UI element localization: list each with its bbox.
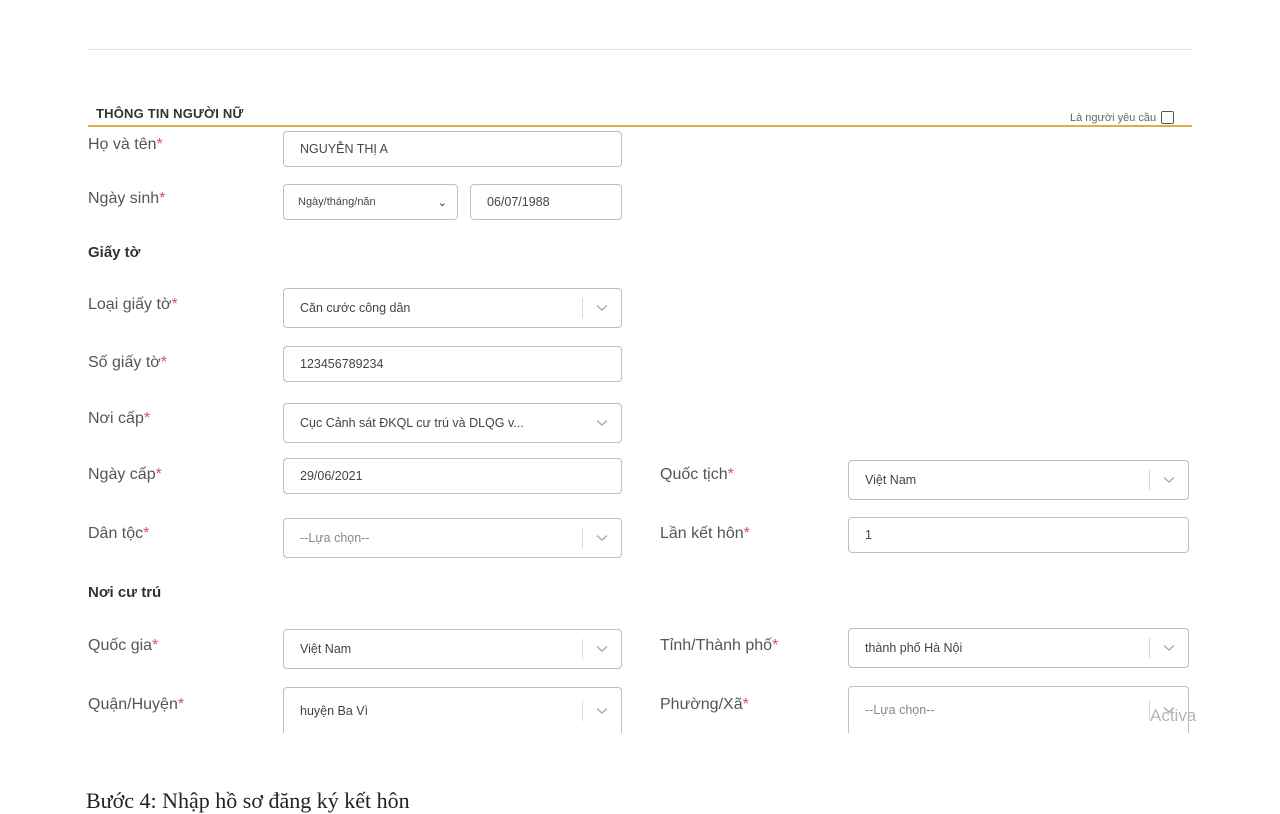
district-select[interactable]: huyện Ba Vì	[283, 687, 622, 733]
issue-date-value: 29/06/2021	[300, 469, 363, 483]
top-divider	[88, 49, 1192, 50]
nationality-select[interactable]: Việt Nam	[848, 460, 1189, 500]
ward-label: Phường/Xã*	[660, 696, 749, 713]
full-name-input[interactable]: NGUYỄN THỊ A	[283, 131, 622, 167]
chevron-down-icon	[1162, 476, 1176, 484]
chevron-down-icon	[595, 304, 609, 312]
requester-label: Là người yêu cầu	[1070, 111, 1157, 124]
chevron-down-icon	[1162, 644, 1176, 652]
id-number-input[interactable]: 123456789234	[283, 346, 622, 382]
full-name-label: Họ và tên*	[88, 136, 163, 153]
select-divider	[1149, 638, 1150, 658]
chevron-down-icon	[595, 419, 609, 427]
ethnicity-label: Dân tộc*	[88, 525, 150, 542]
birth-date-format-value: Ngày/tháng/năn	[298, 196, 376, 208]
caret-down-icon: ⌄	[437, 196, 447, 209]
select-divider	[582, 528, 583, 548]
id-type-value: Căn cước công dân	[300, 301, 411, 315]
birth-date-value: 06/07/1988	[487, 195, 550, 209]
chevron-down-icon	[595, 707, 609, 715]
id-type-label: Loại giấy tờ*	[88, 296, 178, 313]
birth-date-input[interactable]: 06/07/1988	[470, 184, 622, 220]
full-name-value: NGUYỄN THỊ A	[300, 142, 388, 156]
province-select[interactable]: thành phố Hà Nội	[848, 628, 1189, 668]
country-value: Việt Nam	[300, 642, 352, 656]
district-label: Quận/Huyện*	[88, 696, 185, 713]
province-label: Tỉnh/Thành phố*	[660, 637, 779, 654]
ward-select[interactable]: --Lựa chọn--	[848, 686, 1189, 733]
ethnicity-value: --Lựa chọn--	[300, 531, 370, 545]
requester-toggle[interactable]: Là người yêu cầu	[1070, 111, 1175, 124]
province-value: thành phố Hà Nội	[865, 641, 963, 655]
section-underline	[88, 125, 1192, 127]
ethnicity-select[interactable]: --Lựa chọn--	[283, 518, 622, 558]
id-number-label: Số giấy tờ*	[88, 354, 167, 371]
id-number-value: 123456789234	[300, 357, 384, 371]
country-label: Quốc gia*	[88, 637, 159, 654]
marriage-count-value: 1	[865, 528, 872, 542]
issued-by-select[interactable]: Cục Cảnh sát ĐKQL cư trú và DLQG v...	[283, 403, 622, 443]
birth-date-format-select[interactable]: Ngày/tháng/năn ⌄	[283, 184, 458, 220]
issued-by-label: Nơi cấp*	[88, 410, 151, 427]
select-divider	[582, 298, 583, 318]
chevron-down-icon	[595, 645, 609, 653]
select-divider	[582, 639, 583, 659]
requester-checkbox[interactable]	[1161, 111, 1175, 124]
select-divider	[582, 700, 583, 721]
activate-watermark: Activa	[1150, 706, 1197, 725]
issued-by-value: Cục Cảnh sát ĐKQL cư trú và DLQG v...	[300, 416, 524, 430]
marriage-count-label: Lần kết hôn*	[660, 525, 750, 542]
country-select[interactable]: Việt Nam	[283, 629, 622, 669]
district-value: huyện Ba Vì	[300, 703, 369, 718]
birth-date-label: Ngày sinh*	[88, 190, 166, 207]
documents-heading: Giấy tờ	[88, 244, 141, 261]
id-type-select[interactable]: Căn cước công dân	[283, 288, 622, 328]
issue-date-input[interactable]: 29/06/2021	[283, 458, 622, 494]
marriage-count-input[interactable]: 1	[848, 517, 1189, 553]
issue-date-label: Ngày cấp*	[88, 466, 162, 483]
nationality-label: Quốc tịch*	[660, 466, 734, 483]
section-title: THÔNG TIN NGƯỜI NỮ	[96, 106, 244, 121]
ward-value: --Lựa chọn--	[865, 703, 935, 717]
residence-heading: Nơi cư trú	[88, 584, 162, 601]
chevron-down-icon	[595, 534, 609, 542]
nationality-value: Việt Nam	[865, 473, 917, 487]
select-divider	[1149, 470, 1150, 490]
caption-text: Bước 4: Nhập hồ sơ đăng ký kết hôn	[86, 788, 410, 813]
